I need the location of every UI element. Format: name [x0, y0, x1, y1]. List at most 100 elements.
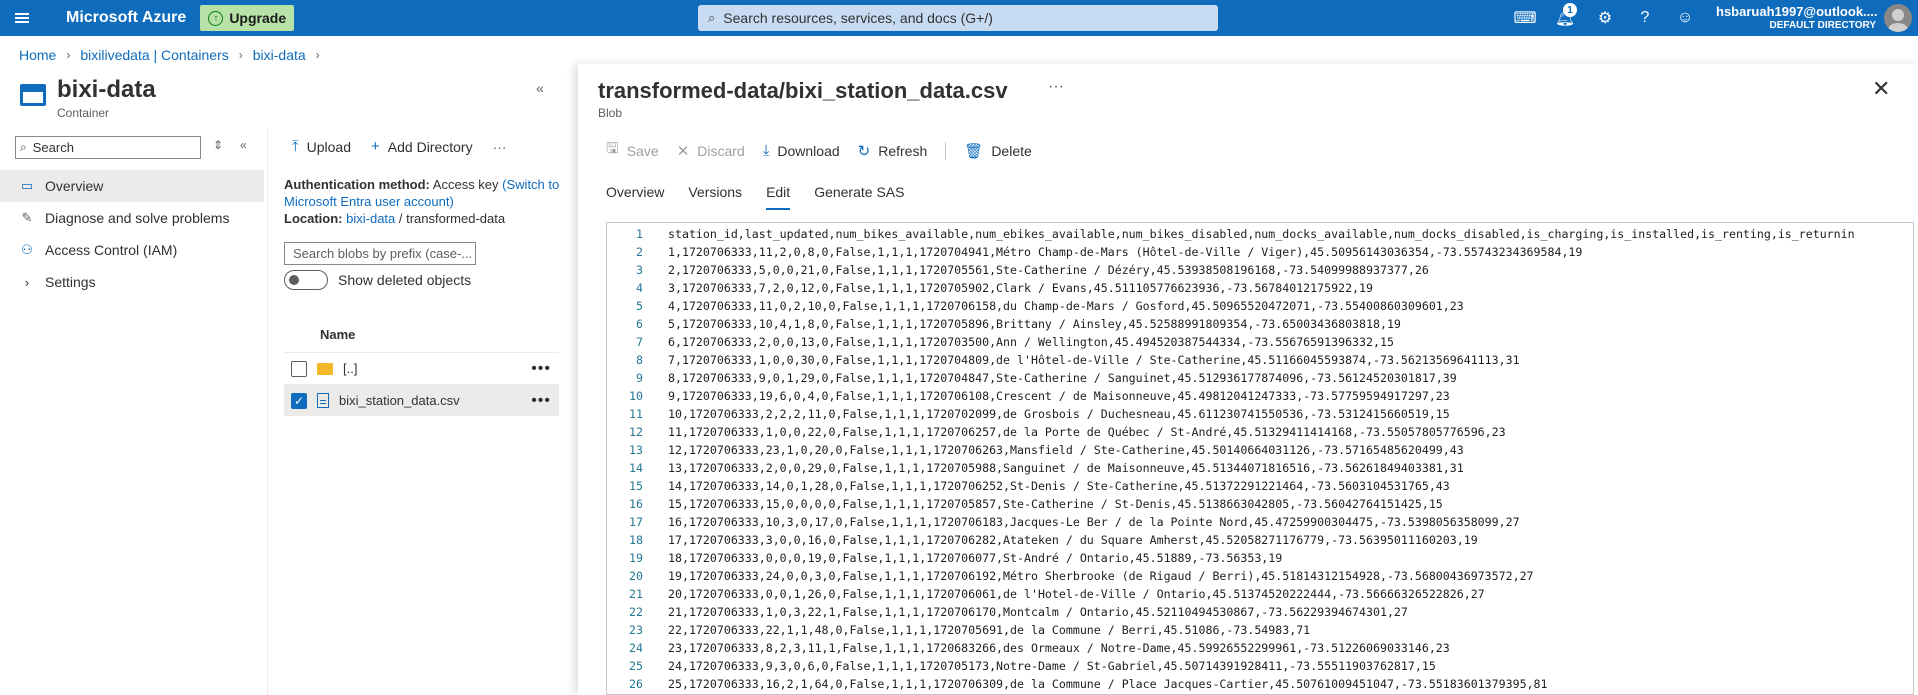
editor-line[interactable]: 14 13,1720706333,2,0,0,29,0,False,1,1,1,1… — [607, 459, 1913, 477]
editor-line[interactable]: 7 6,1720706333,2,0,0,13,0,False,1,1,1,172… — [607, 333, 1913, 351]
save-button[interactable]: 🖫︎ Save — [606, 138, 659, 163]
line-text[interactable]: 5,1720706333,10,4,1,8,0,False,1,1,1,1720… — [668, 315, 1401, 333]
nav-item-access-control[interactable]: ⚇ Access Control (IAM) — [0, 234, 264, 266]
line-text[interactable]: 11,1720706333,1,0,0,22,0,False,1,1,1,172… — [668, 423, 1506, 441]
editor-line[interactable]: 23 22,1720706333,22,1,1,48,0,False,1,1,1,… — [607, 621, 1913, 639]
line-text[interactable]: 4,1720706333,11,0,2,10,0,False,1,1,1,172… — [668, 297, 1464, 315]
editor-line[interactable]: 18 17,1720706333,3,0,0,16,0,False,1,1,1,1… — [607, 531, 1913, 549]
editor-line[interactable]: 3 2,1720706333,5,0,0,21,0,False,1,1,1,172… — [607, 261, 1913, 279]
download-button[interactable]: ⤓ Download — [763, 142, 840, 159]
editor-line[interactable]: 1 station_id,last_updated,num_bikes_avail… — [607, 225, 1913, 243]
breadcrumb-home[interactable]: Home — [19, 47, 56, 63]
line-text[interactable]: 25,1720706333,16,2,1,64,0,False,1,1,1,17… — [668, 675, 1547, 693]
feedback-icon[interactable]: ☺ — [1665, 0, 1705, 36]
line-text[interactable]: 13,1720706333,2,0,0,29,0,False,1,1,1,172… — [668, 459, 1464, 477]
line-text[interactable]: 19,1720706333,24,0,0,3,0,False,1,1,1,172… — [668, 567, 1534, 585]
global-search-input[interactable]: ⌕ Search resources, services, and docs (… — [698, 5, 1218, 31]
more-options-icon[interactable]: ••• — [531, 360, 551, 378]
editor-line[interactable]: 20 19,1720706333,24,0,0,3,0,False,1,1,1,1… — [607, 567, 1913, 585]
breadcrumb-container[interactable]: bixi-data — [253, 47, 306, 63]
account-menu[interactable]: hsbaruah1997@outlook.... DEFAULT DIRECTO… — [1716, 4, 1878, 31]
line-text[interactable]: 23,1720706333,8,2,3,11,1,False,1,1,1,172… — [668, 639, 1450, 657]
line-text[interactable]: 9,1720706333,19,6,0,4,0,False,1,1,1,1720… — [668, 387, 1450, 405]
more-options-icon[interactable]: ··· — [493, 139, 507, 155]
line-text[interactable]: 3,1720706333,7,2,0,12,0,False,1,1,1,1720… — [668, 279, 1373, 297]
cloud-shell-icon[interactable]: ⌨ — [1505, 0, 1545, 36]
editor-line[interactable]: 12 11,1720706333,1,0,0,22,0,False,1,1,1,1… — [607, 423, 1913, 441]
editor-line[interactable]: 22 21,1720706333,1,0,3,22,1,False,1,1,1,1… — [607, 603, 1913, 621]
notifications-bell-icon[interactable]: 🔔︎ 1 — [1545, 0, 1585, 36]
line-text[interactable]: 15,1720706333,15,0,0,0,0,False,1,1,1,172… — [668, 495, 1443, 513]
tab-versions[interactable]: Versions — [688, 184, 742, 210]
more-options-icon[interactable]: ··· — [1048, 78, 1064, 96]
editor-line[interactable]: 17 16,1720706333,10,3,0,17,0,False,1,1,1,… — [607, 513, 1913, 531]
list-item[interactable]: [..] ••• — [284, 352, 559, 384]
hamburger-menu-icon[interactable] — [0, 0, 44, 36]
code-editor[interactable]: 1 station_id,last_updated,num_bikes_avail… — [606, 222, 1914, 695]
line-text[interactable]: 22,1720706333,22,1,1,48,0,False,1,1,1,17… — [668, 621, 1310, 639]
editor-line[interactable]: 13 12,1720706333,23,1,0,20,0,False,1,1,1,… — [607, 441, 1913, 459]
line-text[interactable]: 7,1720706333,1,0,0,30,0,False,1,1,1,1720… — [668, 351, 1520, 369]
editor-line[interactable]: 16 15,1720706333,15,0,0,0,0,False,1,1,1,1… — [607, 495, 1913, 513]
editor-line[interactable]: 15 14,1720706333,14,0,1,28,0,False,1,1,1,… — [607, 477, 1913, 495]
help-icon[interactable]: ? — [1625, 0, 1665, 36]
more-options-icon[interactable]: ••• — [531, 392, 551, 410]
settings-gear-icon[interactable]: ⚙ — [1585, 0, 1625, 36]
avatar[interactable] — [1884, 4, 1912, 32]
editor-line[interactable]: 2 1,1720706333,11,2,0,8,0,False,1,1,1,172… — [607, 243, 1913, 261]
editor-line[interactable]: 6 5,1720706333,10,4,1,8,0,False,1,1,1,172… — [607, 315, 1913, 333]
row-checkbox[interactable]: ✓ — [291, 392, 307, 409]
upload-button[interactable]: ⤒ Upload — [292, 138, 351, 155]
location-link[interactable]: bixi-data — [346, 211, 395, 226]
show-deleted-toggle[interactable] — [284, 270, 328, 290]
line-text[interactable]: 10,1720706333,2,2,2,11,0,False,1,1,1,172… — [668, 405, 1450, 423]
breadcrumb-containers[interactable]: bixilivedata | Containers — [80, 47, 228, 63]
brand-title[interactable]: Microsoft Azure — [66, 9, 186, 27]
nav-search-input[interactable]: ⌕ Search — [15, 136, 201, 159]
line-text[interactable]: 8,1720706333,9,0,1,29,0,False,1,1,1,1720… — [668, 369, 1457, 387]
line-text[interactable]: 24,1720706333,9,3,0,6,0,False,1,1,1,1720… — [668, 657, 1436, 675]
line-text[interactable]: 2,1720706333,5,0,0,21,0,False,1,1,1,1720… — [668, 261, 1429, 279]
delete-button[interactable]: 🗑︎ Delete — [964, 142, 1032, 160]
editor-line[interactable]: 8 7,1720706333,1,0,0,30,0,False,1,1,1,172… — [607, 351, 1913, 369]
line-text[interactable]: 17,1720706333,3,0,0,16,0,False,1,1,1,172… — [668, 531, 1478, 549]
line-text[interactable]: 18,1720706333,0,0,0,19,0,False,1,1,1,172… — [668, 549, 1282, 567]
close-icon[interactable]: ✕ — [1872, 76, 1890, 102]
line-text[interactable]: 6,1720706333,2,0,0,13,0,False,1,1,1,1720… — [668, 333, 1394, 351]
nav-item-overview[interactable]: ▭ Overview — [0, 170, 264, 202]
editor-line[interactable]: 4 3,1720706333,7,2,0,12,0,False,1,1,1,172… — [607, 279, 1913, 297]
line-text[interactable]: 1,1720706333,11,2,0,8,0,False,1,1,1,1720… — [668, 243, 1582, 261]
nav-item-diagnose[interactable]: ✎ Diagnose and solve problems — [0, 202, 264, 234]
editor-line[interactable]: 5 4,1720706333,11,0,2,10,0,False,1,1,1,17… — [607, 297, 1913, 315]
editor-line[interactable]: 19 18,1720706333,0,0,0,19,0,False,1,1,1,1… — [607, 549, 1913, 567]
tab-overview[interactable]: Overview — [606, 184, 664, 210]
row-name[interactable]: bixi_station_data.csv — [339, 393, 460, 408]
refresh-button[interactable]: ↻ Refresh — [858, 142, 928, 160]
editor-line[interactable]: 26 25,1720706333,16,2,1,64,0,False,1,1,1,… — [607, 675, 1913, 693]
editor-line[interactable]: 10 9,1720706333,19,6,0,4,0,False,1,1,1,17… — [607, 387, 1913, 405]
list-item[interactable]: ✓ bixi_station_data.csv ••• — [284, 384, 559, 416]
line-text[interactable]: 14,1720706333,14,0,1,28,0,False,1,1,1,17… — [668, 477, 1450, 495]
collapse-menu-icon[interactable]: « — [240, 138, 247, 152]
line-text[interactable]: 16,1720706333,10,3,0,17,0,False,1,1,1,17… — [668, 513, 1520, 531]
expand-collapse-icon[interactable]: ⇕ — [213, 138, 223, 152]
line-text[interactable]: 21,1720706333,1,0,3,22,1,False,1,1,1,172… — [668, 603, 1408, 621]
grid-header-name[interactable]: Name — [320, 327, 355, 342]
row-name[interactable]: [..] — [343, 361, 357, 376]
tab-generate-sas[interactable]: Generate SAS — [814, 184, 904, 210]
collapse-blade-icon[interactable]: « — [536, 80, 544, 96]
line-text[interactable]: 20,1720706333,0,0,1,26,0,False,1,1,1,172… — [668, 585, 1485, 603]
editor-line[interactable]: 24 23,1720706333,8,2,3,11,1,False,1,1,1,1… — [607, 639, 1913, 657]
editor-line[interactable]: 9 8,1720706333,9,0,1,29,0,False,1,1,1,172… — [607, 369, 1913, 387]
editor-line[interactable]: 25 24,1720706333,9,3,0,6,0,False,1,1,1,17… — [607, 657, 1913, 675]
line-text[interactable]: 12,1720706333,23,1,0,20,0,False,1,1,1,17… — [668, 441, 1464, 459]
upgrade-button[interactable]: ↑ Upgrade — [200, 5, 295, 31]
editor-line[interactable]: 11 10,1720706333,2,2,2,11,0,False,1,1,1,1… — [607, 405, 1913, 423]
blob-prefix-search-input[interactable]: Search blobs by prefix (case-... — [284, 242, 476, 265]
editor-line[interactable]: 21 20,1720706333,0,0,1,26,0,False,1,1,1,1… — [607, 585, 1913, 603]
tab-edit[interactable]: Edit — [766, 184, 791, 210]
row-checkbox[interactable] — [291, 360, 307, 377]
nav-item-settings[interactable]: › Settings — [0, 266, 264, 298]
line-text[interactable]: station_id,last_updated,num_bikes_availa… — [668, 225, 1855, 243]
discard-button[interactable]: ✕ Discard — [677, 142, 745, 160]
